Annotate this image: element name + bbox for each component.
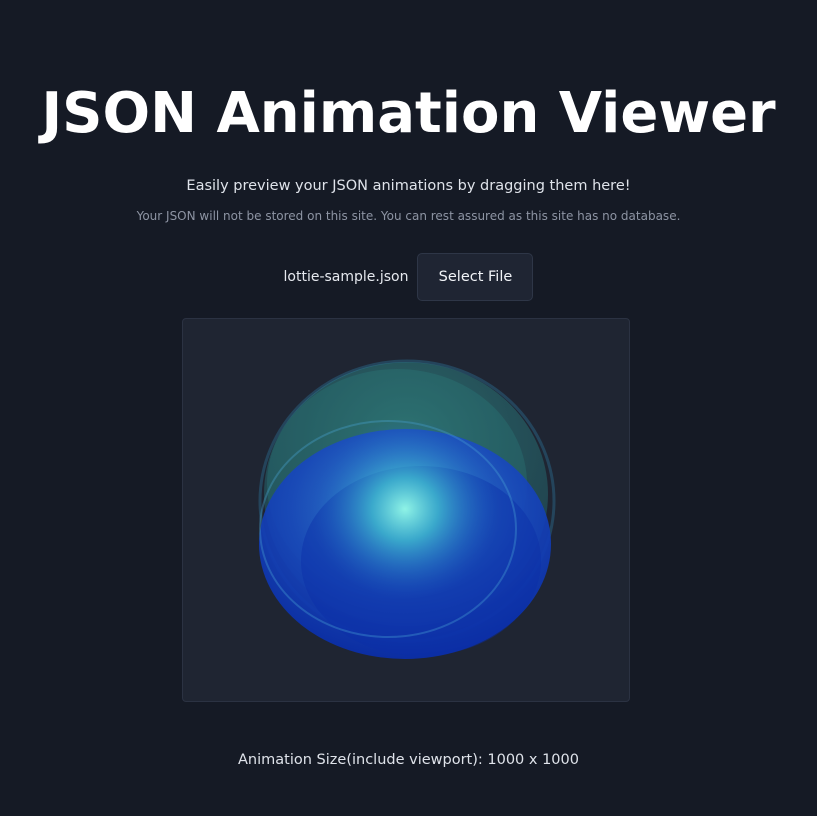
orb-glow-core [310, 419, 500, 599]
animation-drop-area[interactable] [182, 318, 630, 702]
page-subtitle: Easily preview your JSON animations by d… [186, 178, 631, 194]
json-animation-viewer-page: JSON Animation Viewer Easily preview you… [0, 0, 817, 816]
page-title: JSON Animation Viewer [41, 81, 776, 146]
orb-shape-group [258, 359, 556, 659]
select-file-button[interactable]: Select File [417, 252, 534, 301]
selected-file-name: lottie-sample.json [283, 268, 409, 285]
privacy-note: Your JSON will not be stored on this sit… [136, 209, 681, 223]
animation-preview [258, 359, 556, 659]
file-picker-row: lottie-sample.json Select File [0, 252, 817, 301]
animation-size-info: Animation Size(include viewport): 1000 x… [238, 752, 579, 768]
select-file-button-label: Select File [438, 268, 513, 285]
